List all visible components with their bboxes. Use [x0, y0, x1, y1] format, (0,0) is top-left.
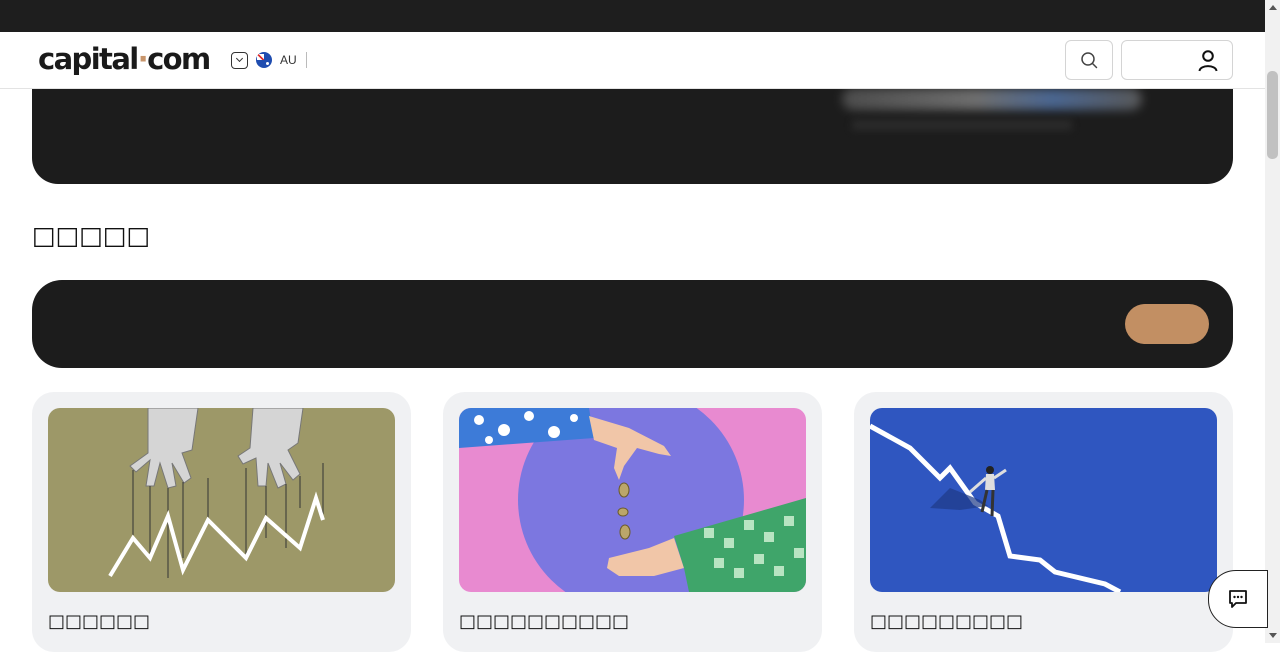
scrollbar-thumb[interactable]	[1267, 71, 1278, 159]
banner-button[interactable]	[1125, 304, 1209, 344]
chat-button[interactable]	[1208, 570, 1268, 628]
coins-hands-image	[459, 408, 806, 592]
chat-icon	[1229, 590, 1247, 608]
article-card[interactable]: □□□□□□	[32, 392, 411, 652]
scroll-up-icon[interactable]	[1269, 5, 1277, 10]
article-image[interactable]	[459, 408, 806, 592]
article-card[interactable]: □□□□□□□□□	[854, 392, 1233, 652]
user-icon	[1198, 50, 1218, 72]
blurred-graphic	[842, 88, 1142, 110]
capital-com-logo[interactable]: capital·com	[38, 41, 211, 77]
chevron-down-icon[interactable]	[231, 51, 248, 69]
divider	[305, 52, 307, 68]
region-selector[interactable]: AU	[231, 51, 307, 69]
blurred-graphic	[852, 120, 1072, 130]
search-icon	[1081, 52, 1098, 69]
promo-banner	[32, 280, 1233, 368]
page-scrollbar[interactable]	[1265, 0, 1280, 643]
region-code: AU	[280, 53, 297, 67]
article-title[interactable]: □□□□□□	[48, 611, 150, 632]
article-card[interactable]: □□□□□□□□□□	[443, 392, 822, 652]
top-bar	[0, 0, 1265, 32]
australia-flag-icon	[256, 52, 272, 68]
article-image[interactable]	[48, 408, 395, 592]
article-title[interactable]: □□□□□□□□□	[870, 611, 1023, 632]
descending-chart-image	[870, 408, 1217, 592]
section-title: □□□□□	[32, 221, 151, 250]
scroll-down-icon[interactable]	[1269, 633, 1277, 638]
search-button[interactable]	[1065, 40, 1113, 80]
article-image[interactable]	[870, 408, 1217, 592]
article-title[interactable]: □□□□□□□□□□	[459, 611, 629, 632]
account-button[interactable]	[1121, 40, 1233, 80]
site-header: capital·com AU	[0, 32, 1265, 89]
puppet-hands-image	[48, 408, 395, 592]
